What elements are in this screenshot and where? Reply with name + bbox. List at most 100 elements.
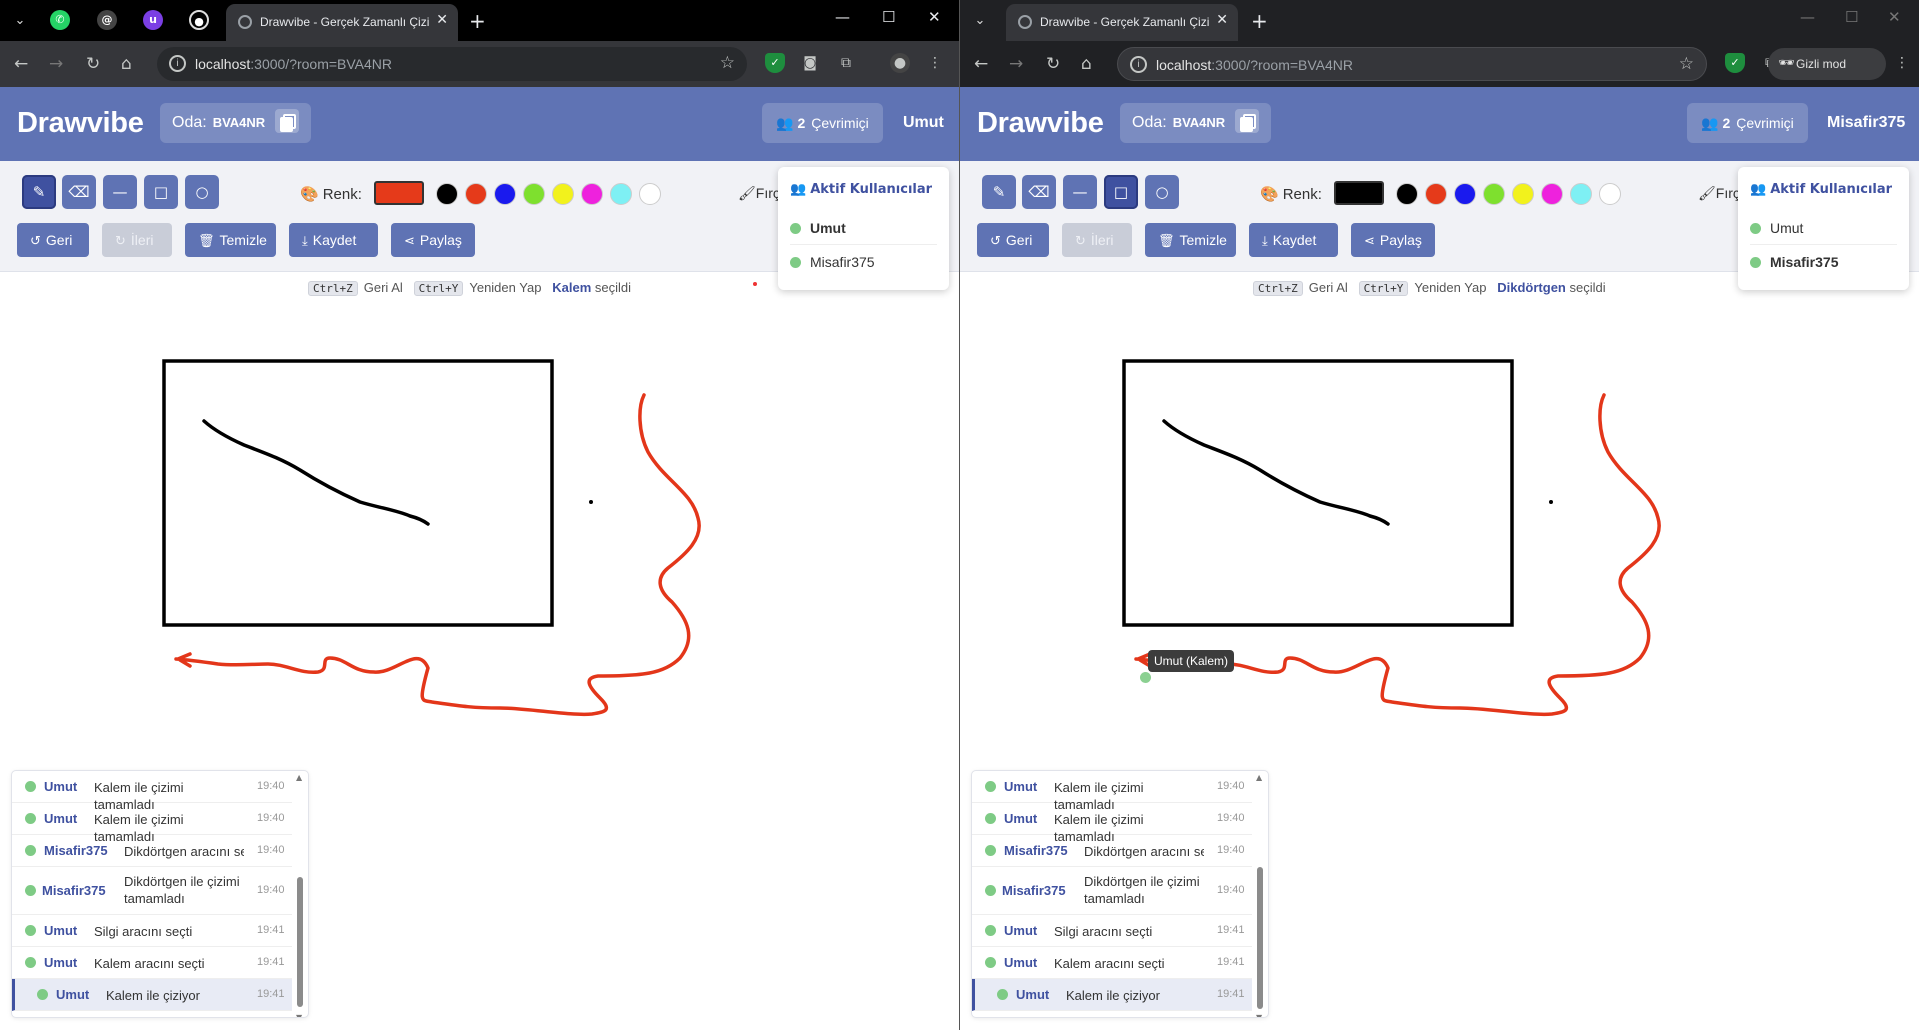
copy-room-icon[interactable]: [1235, 108, 1260, 133]
color-swatch-black[interactable]: [436, 183, 458, 205]
tab-search-icon[interactable]: ⌄: [8, 9, 32, 33]
browser-tab-active[interactable]: Drawvibe - Gerçek Zamanlı Çizim ✕: [226, 4, 458, 41]
color-swatch-green[interactable]: [1483, 183, 1505, 205]
color-swatch-white[interactable]: [639, 183, 661, 205]
reload-icon[interactable]: ↻: [86, 54, 100, 74]
camera-extension-icon[interactable]: ◙: [800, 53, 820, 73]
back-icon[interactable]: ←: [14, 54, 28, 74]
line-tool-button[interactable]: —: [103, 175, 137, 209]
pinned-tab-icon[interactable]: u: [143, 10, 163, 30]
color-swatch-black[interactable]: [1396, 183, 1418, 205]
color-swatch-red[interactable]: [1425, 183, 1447, 205]
shield-extension-icon[interactable]: ✓: [1725, 53, 1745, 73]
site-info-icon[interactable]: i: [169, 55, 186, 72]
color-swatch-red[interactable]: [465, 183, 487, 205]
undo-button[interactable]: ↺ Geri: [977, 223, 1049, 257]
scroll-thumb[interactable]: [297, 877, 303, 1007]
redo-shortcut-key: Ctrl+Y: [413, 281, 464, 296]
color-label: 🎨 Renk:: [300, 185, 362, 203]
tab-search-icon[interactable]: ⌄: [968, 9, 992, 33]
log-scrollbar[interactable]: ▲ ▼: [296, 773, 304, 1017]
scroll-up-icon[interactable]: ▲: [296, 773, 302, 782]
current-color-swatch[interactable]: [1334, 181, 1384, 205]
extensions-puzzle-icon[interactable]: ⧉: [836, 53, 856, 73]
log-message: Kalem ile çiziyor: [106, 988, 200, 1003]
maximize-icon[interactable]: ☐: [1845, 8, 1858, 26]
save-button[interactable]: ⤓ Kaydet: [1249, 223, 1338, 257]
minimize-icon[interactable]: —: [835, 8, 850, 26]
browser-menu-icon[interactable]: ⋮: [925, 53, 945, 73]
log-time: 19:41: [257, 924, 285, 936]
omnibox[interactable]: i localhost:3000/?room=BVA4NR ☆: [157, 47, 747, 81]
color-swatch-blue[interactable]: [1454, 183, 1476, 205]
new-tab-icon[interactable]: +: [1251, 9, 1268, 33]
forward-icon[interactable]: →: [49, 54, 63, 74]
app-logo: Drawvibe: [17, 107, 144, 139]
scroll-down-icon[interactable]: ▼: [296, 1013, 302, 1017]
reload-icon[interactable]: ↻: [1046, 54, 1060, 74]
shield-extension-icon[interactable]: ✓: [765, 53, 785, 73]
color-swatch-green[interactable]: [523, 183, 545, 205]
maximize-icon[interactable]: ☐: [882, 8, 895, 26]
log-message: Dikdörtgen aracını seçti: [1084, 844, 1204, 859]
minimize-icon[interactable]: —: [1800, 8, 1815, 26]
site-info-icon[interactable]: i: [1130, 56, 1147, 73]
circle-tool-button[interactable]: ○: [1145, 175, 1179, 209]
clear-button[interactable]: 🗑 Temizle: [185, 223, 276, 257]
whatsapp-pinned-tab-icon[interactable]: ✆: [50, 10, 70, 30]
color-swatch-yellow[interactable]: [552, 183, 574, 205]
undo-button[interactable]: ↺ Geri: [17, 223, 89, 257]
line-tool-button[interactable]: —: [1063, 175, 1097, 209]
new-tab-icon[interactable]: +: [469, 9, 486, 33]
log-item: Umut Kalem aracını seçti 19:41: [12, 947, 292, 979]
close-window-icon[interactable]: ✕: [928, 8, 941, 26]
color-swatch-magenta[interactable]: [581, 183, 603, 205]
scroll-thumb[interactable]: [1257, 867, 1263, 1009]
activity-log[interactable]: Umut Kalem ile çizimi tamamladı 19:40 Umut…: [11, 770, 309, 1018]
browser-menu-icon[interactable]: ⋮: [1892, 53, 1912, 73]
share-button[interactable]: ⋖ Paylaş: [391, 223, 475, 257]
current-color-swatch[interactable]: [374, 181, 424, 205]
redo-button[interactable]: ↻ İleri: [102, 223, 172, 257]
redo-button[interactable]: ↻ İleri: [1062, 223, 1132, 257]
home-icon[interactable]: ⌂: [121, 54, 132, 74]
omnibox[interactable]: i localhost:3000/?room=BVA4NR ☆: [1117, 47, 1707, 81]
rectangle-tool-button[interactable]: □: [144, 175, 178, 209]
copy-room-icon[interactable]: [275, 108, 300, 133]
github-pinned-tab-icon[interactable]: ●: [189, 10, 209, 30]
rectangle-tool-button[interactable]: □: [1104, 175, 1138, 209]
color-swatch-cyan[interactable]: [1570, 183, 1592, 205]
incognito-badge[interactable]: 🕶 Gizli mod: [1768, 48, 1886, 80]
bookmark-star-icon[interactable]: ☆: [1679, 54, 1694, 74]
profile-avatar[interactable]: ●: [890, 53, 910, 73]
log-message: Kalem ile çiziyor: [1066, 988, 1160, 1003]
address-bar-row: ← → ↻ ⌂ i localhost:3000/?room=BVA4NR ☆ …: [0, 41, 959, 87]
threads-pinned-tab-icon[interactable]: @: [97, 10, 117, 30]
activity-log[interactable]: Umut Kalem ile çizimi tamamladı 19:40 Umut…: [971, 770, 1269, 1018]
forward-icon[interactable]: →: [1009, 54, 1023, 74]
log-scrollbar[interactable]: ▲ ▼: [1256, 773, 1264, 1017]
tab-close-icon[interactable]: ✕: [1216, 12, 1228, 28]
back-icon[interactable]: ←: [974, 54, 988, 74]
color-swatch-magenta[interactable]: [1541, 183, 1563, 205]
color-swatch-white[interactable]: [1599, 183, 1621, 205]
clear-button[interactable]: 🗑 Temizle: [1145, 223, 1236, 257]
eraser-tool-button[interactable]: ⌫: [62, 175, 96, 209]
status-dot: [25, 845, 36, 856]
browser-tab-active[interactable]: Drawvibe - Gerçek Zamanlı Çizim ✕: [1006, 4, 1238, 41]
home-icon[interactable]: ⌂: [1081, 54, 1092, 74]
tab-close-icon[interactable]: ✕: [436, 12, 448, 28]
bookmark-star-icon[interactable]: ☆: [720, 53, 735, 73]
color-swatch-blue[interactable]: [494, 183, 516, 205]
pen-tool-button[interactable]: ✎: [22, 175, 56, 209]
color-swatch-yellow[interactable]: [1512, 183, 1534, 205]
scroll-up-icon[interactable]: ▲: [1256, 773, 1262, 782]
close-window-icon[interactable]: ✕: [1888, 8, 1901, 26]
scroll-down-icon[interactable]: ▼: [1256, 1013, 1262, 1017]
share-button[interactable]: ⋖ Paylaş: [1351, 223, 1435, 257]
eraser-tool-button[interactable]: ⌫: [1022, 175, 1056, 209]
pen-tool-button[interactable]: ✎: [982, 175, 1016, 209]
color-swatch-cyan[interactable]: [610, 183, 632, 205]
save-button[interactable]: ⤓ Kaydet: [289, 223, 378, 257]
circle-tool-button[interactable]: ○: [185, 175, 219, 209]
